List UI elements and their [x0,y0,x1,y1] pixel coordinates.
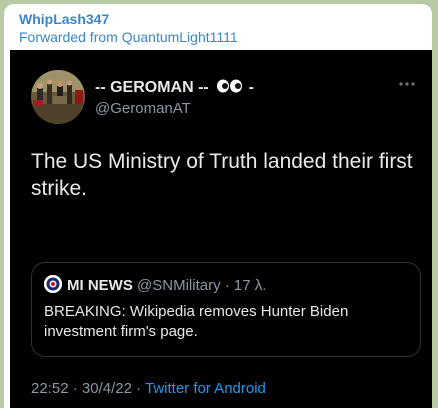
quote-separator: · [220,277,234,294]
display-name[interactable]: -- GEROMAN -- - [95,79,254,97]
more-horizontal-icon[interactable] [398,80,416,88]
mi-news-logo-icon [44,275,62,293]
quoted-tweet-header: MI NEWS @SNMilitary · 17 λ. [44,275,266,295]
avatar-photo [31,70,85,124]
forwarded-prefix: Forwarded from [19,29,122,45]
avatar[interactable] [31,70,85,124]
quote-text: BREAKING: Wikipedia removes Hunter Biden… [44,303,349,340]
quote-handle: @SNMilitary [137,277,221,294]
message-header: WhipLash347 Forwarded from QuantumLight1… [19,10,424,46]
forwarded-line: Forwarded from QuantumLight1111 [19,28,424,46]
meta-separator-2: · [131,380,145,397]
tweet-card[interactable]: -- GEROMAN -- - @GeromanAT The US Minist… [10,50,432,408]
quoted-tweet[interactable]: MI NEWS @SNMilitary · 17 λ. BREAKING: Wi… [31,262,421,357]
tweet-source-link[interactable]: Twitter for Android [145,380,266,397]
quote-time: 17 λ. [233,277,267,294]
eyes-emoji-icon [217,79,243,93]
display-name-suffix: - [244,79,254,96]
quote-avatar [44,275,62,293]
tweet-meta: 22:52 · 30/4/22 · Twitter for Android [31,380,266,397]
display-name-text: -- GEROMAN -- [95,79,209,96]
tweet-date[interactable]: 30/4/22 [82,380,132,397]
meta-separator-1: · [68,380,82,397]
forwarded-source-name[interactable]: QuantumLight1111 [122,29,238,45]
tweet-text: The US Ministry of Truth landed their fi… [31,150,413,200]
message-bubble: WhipLash347 Forwarded from QuantumLight1… [4,4,432,408]
tweet-time[interactable]: 22:52 [31,380,69,397]
sender-name[interactable]: WhipLash347 [19,10,424,28]
quote-display-name: MI NEWS [67,277,133,294]
user-handle[interactable]: @GeromanAT [95,100,191,117]
